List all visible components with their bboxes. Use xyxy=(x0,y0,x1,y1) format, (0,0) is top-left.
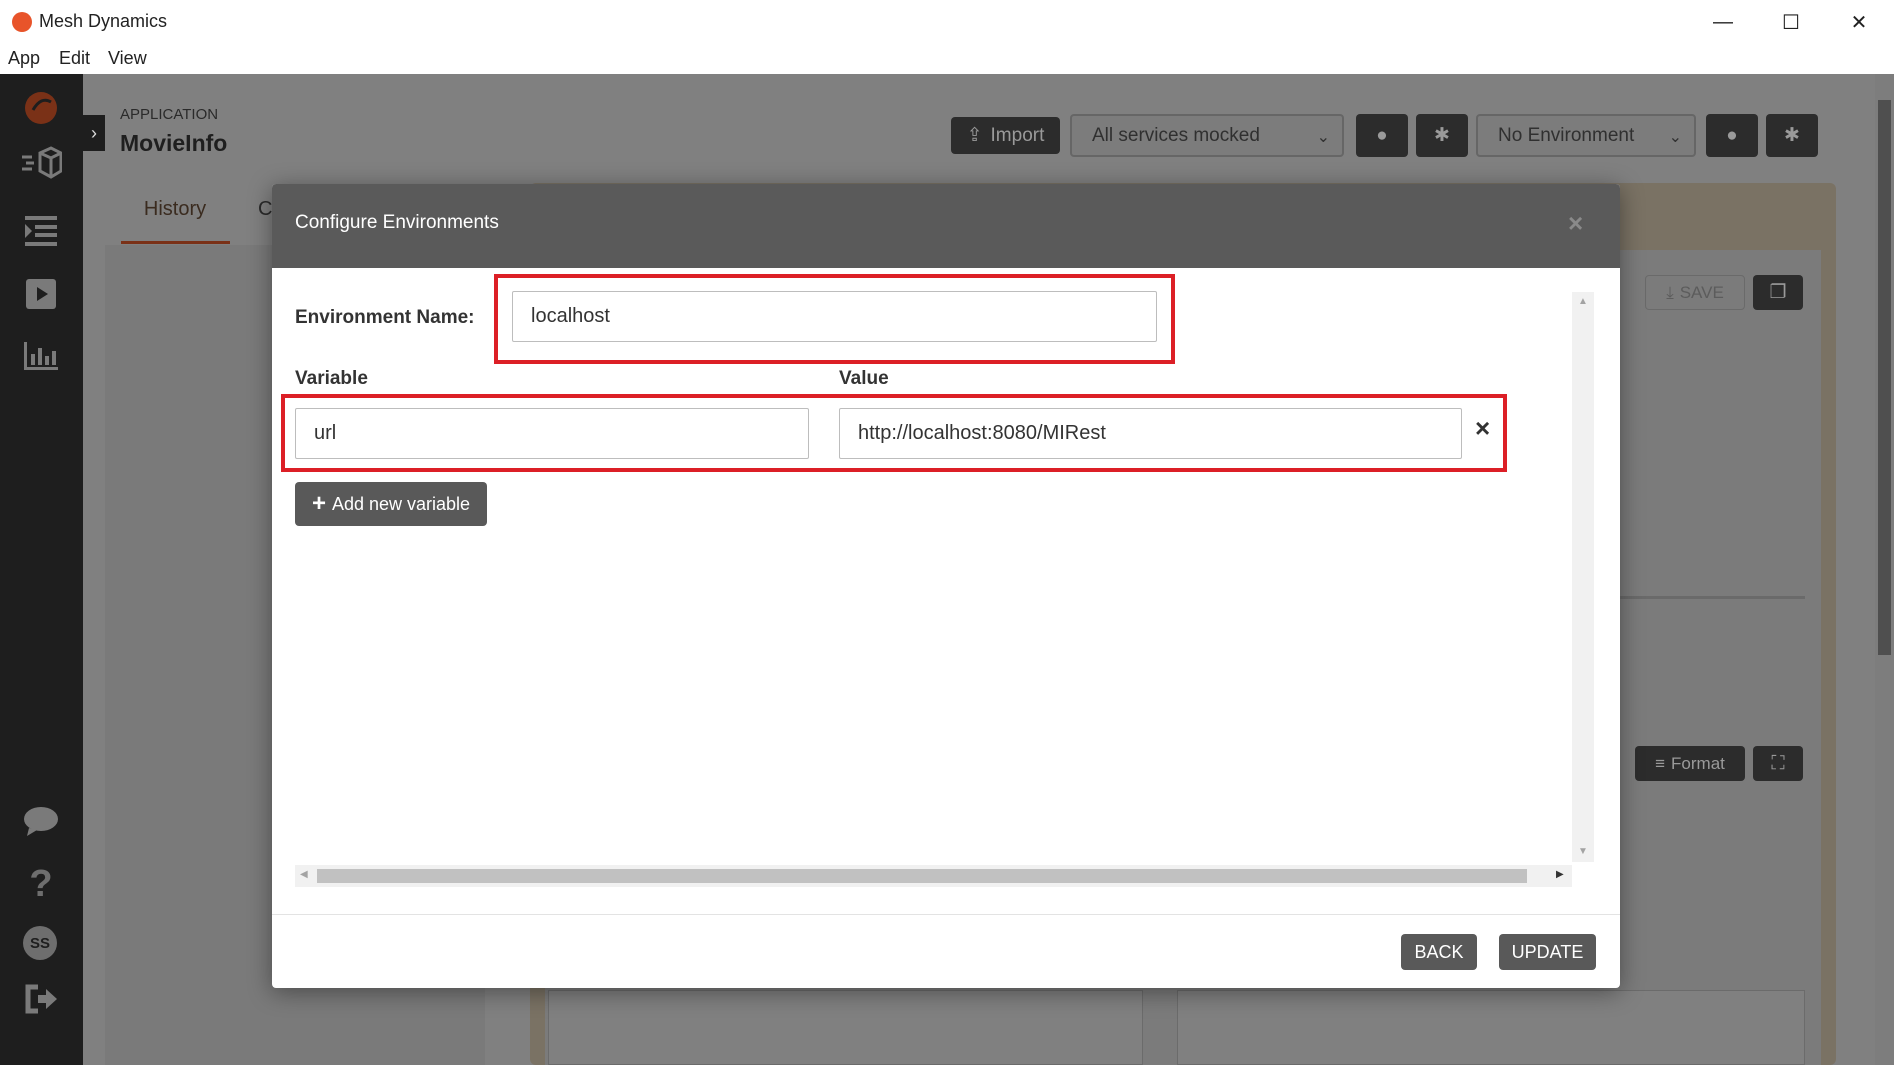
menu-edit[interactable]: Edit xyxy=(59,48,90,69)
app-logo-icon xyxy=(12,12,32,32)
cube-icon[interactable] xyxy=(20,142,62,184)
menu-app[interactable]: App xyxy=(8,48,40,69)
tab-history-underline xyxy=(121,241,230,244)
format-button[interactable]: ≡ Format xyxy=(1635,746,1745,781)
save-button[interactable]: ⤓ SAVE xyxy=(1645,275,1745,310)
copy-button[interactable]: ❐ xyxy=(1753,275,1803,310)
expand-icon: ⛶ xyxy=(1771,752,1785,774)
section-label: APPLICATION xyxy=(120,106,219,123)
save-label: SAVE xyxy=(1679,282,1724,302)
window-title: Mesh Dynamics xyxy=(39,11,168,31)
scroll-down-arrow-icon[interactable]: ▼ xyxy=(1578,846,1588,857)
copy-icon: ❐ xyxy=(1769,282,1787,303)
scroll-left-arrow-icon[interactable]: ◀ xyxy=(300,869,308,880)
list-icon[interactable] xyxy=(20,210,62,252)
play-icon[interactable] xyxy=(20,273,62,315)
environment-select[interactable]: No Environment ⌄ xyxy=(1476,114,1696,157)
menu-view[interactable]: View xyxy=(108,48,147,69)
scroll-right-arrow-icon[interactable]: ▶ xyxy=(1556,869,1564,880)
configure-environments-dialog: Configure Environments × Environment Nam… xyxy=(272,184,1620,988)
value-header: Value xyxy=(839,368,889,389)
app-name: MovieInfo xyxy=(120,130,228,156)
align-icon: ≡ xyxy=(1655,753,1666,773)
panel-toggle-chevron-icon[interactable]: › xyxy=(83,115,105,151)
scroll-up-arrow-icon[interactable]: ▲ xyxy=(1578,296,1588,307)
import-icon: ⇪ xyxy=(966,125,983,146)
import-label: Import xyxy=(990,124,1045,146)
logo-icon[interactable] xyxy=(20,87,62,129)
eye-icon: ● xyxy=(1376,124,1388,146)
response-pane-left xyxy=(548,990,1143,1065)
variable-name-input[interactable]: url xyxy=(295,408,809,459)
avatar[interactable]: SS xyxy=(23,926,57,960)
view-environment-button[interactable]: ● xyxy=(1706,114,1758,157)
title-bar xyxy=(0,0,1894,44)
gear-icon: ✱ xyxy=(1434,125,1450,146)
response-pane-right xyxy=(1177,990,1805,1065)
close-window-button[interactable]: ✕ xyxy=(1824,0,1894,44)
chevron-down-icon: ⌄ xyxy=(1316,129,1330,146)
services-select[interactable]: All services mocked ⌄ xyxy=(1070,114,1344,157)
horizontal-scrollbar-thumb[interactable] xyxy=(317,869,1527,883)
chevron-down-icon: ⌄ xyxy=(1668,129,1682,146)
environment-name-input[interactable]: localhost xyxy=(512,291,1157,342)
environment-settings-button[interactable]: ✱ xyxy=(1766,114,1818,157)
maximize-button[interactable]: ☐ xyxy=(1756,0,1826,44)
dialog-footer-divider xyxy=(272,914,1620,915)
chat-icon[interactable] xyxy=(20,800,62,842)
divider xyxy=(1620,596,1805,599)
eye-icon: ● xyxy=(1726,124,1738,146)
import-button[interactable]: ⇪ Import xyxy=(951,117,1060,154)
view-services-button[interactable]: ● xyxy=(1356,114,1408,157)
services-settings-button[interactable]: ✱ xyxy=(1416,114,1468,157)
plus-icon: + xyxy=(311,490,326,517)
variable-value-input[interactable]: http://localhost:8080/MIRest xyxy=(839,408,1462,459)
update-button[interactable]: UPDATE xyxy=(1499,934,1596,970)
minimize-button[interactable]: — xyxy=(1688,0,1758,44)
back-button[interactable]: BACK xyxy=(1401,934,1477,970)
add-new-variable-label: Add new variable xyxy=(331,493,471,514)
help-icon[interactable]: ? xyxy=(20,863,62,905)
gear-icon: ✱ xyxy=(1784,125,1800,146)
environment-select-value: No Environment xyxy=(1498,124,1635,146)
download-icon: ⤓ xyxy=(1666,282,1674,302)
add-new-variable-button[interactable]: + Add new variable xyxy=(295,482,487,526)
format-label: Format xyxy=(1671,753,1725,773)
tab-configure[interactable]: C xyxy=(258,198,272,221)
environment-name-label: Environment Name: xyxy=(295,307,475,328)
menu-bar xyxy=(0,44,1894,74)
remove-variable-icon[interactable]: × xyxy=(1475,413,1490,444)
dialog-vertical-scrollbar[interactable] xyxy=(1572,292,1594,862)
tab-history[interactable]: History xyxy=(120,198,230,221)
main-scrollbar-thumb[interactable] xyxy=(1878,100,1891,655)
bar-chart-icon[interactable] xyxy=(20,335,62,377)
fullscreen-button[interactable]: ⛶ xyxy=(1753,746,1803,781)
dialog-close-button[interactable]: × xyxy=(1568,208,1583,239)
logout-icon[interactable] xyxy=(20,978,62,1020)
dialog-title: Configure Environments xyxy=(295,212,499,233)
services-select-value: All services mocked xyxy=(1092,124,1260,146)
variable-header: Variable xyxy=(295,368,368,389)
